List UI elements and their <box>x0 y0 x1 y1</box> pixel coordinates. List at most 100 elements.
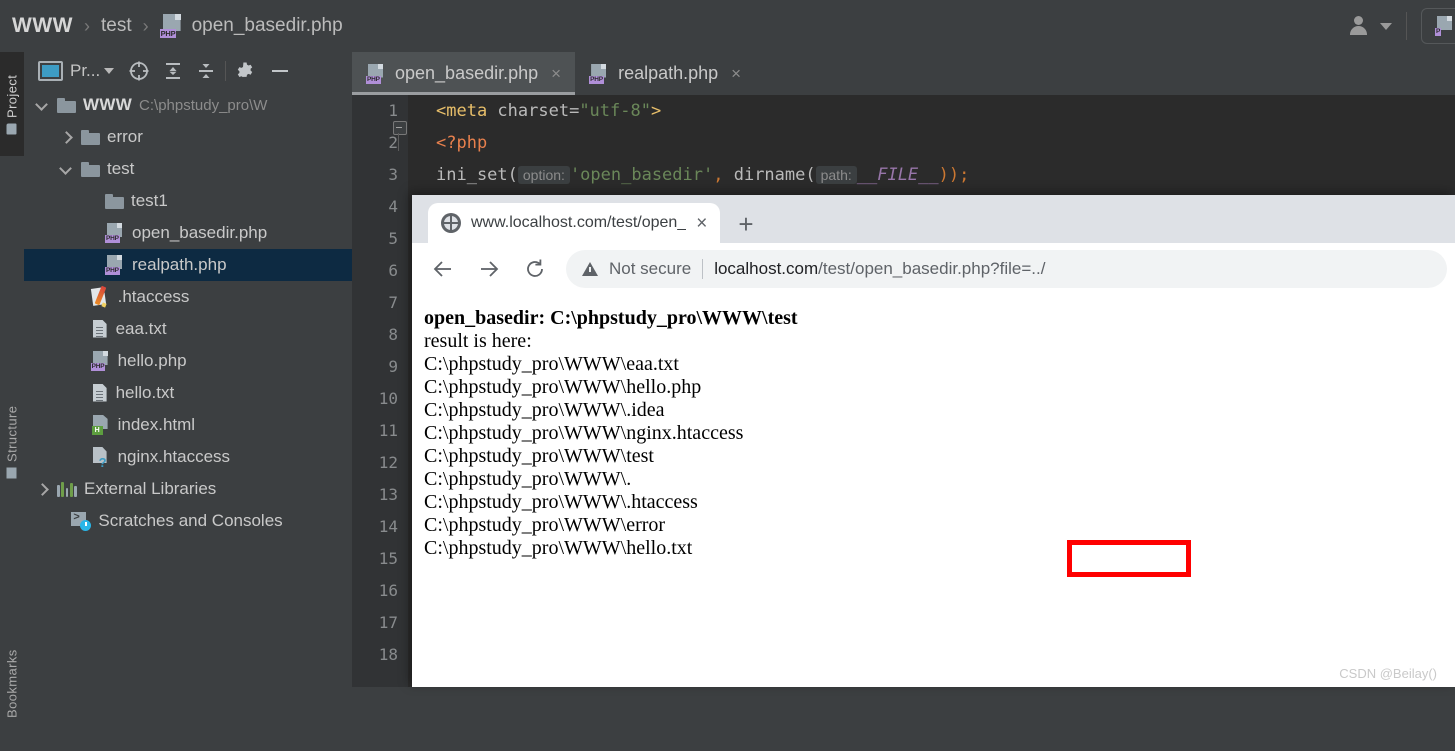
folder-icon <box>7 123 17 135</box>
output-heading: open_basedir: C:\phpstudy_pro\WWW\test <box>424 307 798 329</box>
chevron-right-icon[interactable] <box>34 481 50 497</box>
user-account-icon[interactable] <box>1348 16 1372 36</box>
line-number: 10 <box>378 389 398 408</box>
reload-button[interactable] <box>512 246 558 292</box>
output-line: C:\phpstudy_pro\WWW\hello.php <box>424 376 702 398</box>
browser-page-content: open_basedir: C:\phpstudy_pro\WWW\test r… <box>412 295 1455 687</box>
chevron-right-icon[interactable] <box>58 129 74 145</box>
text-file-icon <box>91 319 109 339</box>
project-panel-toolbar: Pr... <box>24 52 352 89</box>
tree-item-label: Scratches and Consoles <box>98 511 283 530</box>
tree-item-eaa-txt[interactable]: eaa.txt <box>24 313 352 345</box>
tree-item-scratches-and-consoles[interactable]: Scratches and Consoles <box>24 505 352 537</box>
tree-item-open-basedir-php[interactable]: PHP open_basedir.php <box>24 217 352 249</box>
output-line: C:\phpstudy_pro\WWW\.htaccess <box>424 491 698 513</box>
param-hint-path: path: <box>815 166 857 184</box>
tree-item-realpath-php[interactable]: PHP realpath.php <box>24 249 352 281</box>
browser-tab-strip: www.localhost.com/test/open_ × + <box>412 195 1455 243</box>
not-secure-warning-icon <box>582 262 598 276</box>
address-bar[interactable]: Not secure localhost.com/test/open_based… <box>566 250 1447 288</box>
tree-item-nginx-htaccess[interactable]: ? nginx.htaccess <box>24 441 352 473</box>
close-icon[interactable]: × <box>731 64 741 84</box>
collapse-all-icon <box>199 63 214 78</box>
code-line-2: <?php <box>436 127 1455 159</box>
forward-button[interactable] <box>466 246 512 292</box>
rail-bookmarks-label: Bookmarks <box>4 649 20 719</box>
code-token: ini_set( <box>436 165 518 185</box>
output-line: C:\phpstudy_pro\WWW\.idea <box>424 399 665 421</box>
tree-item-test1[interactable]: test1 <box>24 185 352 217</box>
collapse-all-button[interactable] <box>196 52 216 89</box>
expand-all-icon <box>166 62 181 79</box>
rail-item-structure[interactable]: Structure <box>0 382 24 502</box>
line-number: 12 <box>378 453 398 472</box>
chevron-down-icon[interactable] <box>104 67 115 74</box>
ide-window: WWW › test › PHP open_basedir.php P Proj… <box>0 0 1455 718</box>
tree-item-htaccess[interactable]: .htaccess <box>24 281 352 313</box>
tree-item-label: hello.txt <box>115 383 175 402</box>
close-icon[interactable]: × <box>551 64 561 84</box>
tree-item-test[interactable]: test <box>24 153 352 185</box>
chevron-down-icon[interactable] <box>58 161 74 177</box>
arrow-right-icon <box>481 261 499 277</box>
code-token: __FILE__ <box>856 165 939 185</box>
new-tab-button[interactable]: + <box>738 211 753 237</box>
close-icon[interactable]: × <box>696 214 707 233</box>
tree-item-label: WWW <box>83 95 133 114</box>
tree-item-external-libraries[interactable]: External Libraries <box>24 473 352 505</box>
project-view-icon <box>38 60 63 81</box>
tree-item-www[interactable]: WWW C:\phpstudy_pro\W <box>24 89 352 121</box>
rail-item-project[interactable]: Project <box>0 52 24 156</box>
editor-tab-label: realpath.php <box>618 63 719 83</box>
rail-structure-label: Structure <box>4 405 20 463</box>
code-fold-marker[interactable] <box>393 121 407 135</box>
hide-panel-button[interactable] <box>269 52 291 89</box>
project-file-tree[interactable]: WWW C:\phpstudy_pro\Werror test test1 PHP ope… <box>24 89 352 687</box>
breadcrumb-separator-2: › <box>142 15 149 36</box>
breadcrumb-root[interactable]: WWW <box>12 14 73 38</box>
tree-item-path: C:\phpstudy_pro\W <box>139 96 268 114</box>
tree-item-label: .htaccess <box>117 287 190 306</box>
tree-item-error[interactable]: error <box>24 121 352 153</box>
breadcrumb-file[interactable]: PHP open_basedir.php <box>159 14 343 38</box>
tree-item-label: open_basedir.php <box>132 223 268 242</box>
browser-tab[interactable]: www.localhost.com/test/open_ × <box>428 203 721 243</box>
rail-item-bookmarks[interactable]: Bookmarks <box>0 617 24 751</box>
param-hint-option: option: <box>517 166 570 184</box>
breadcrumb-folder-test[interactable]: test <box>101 15 132 37</box>
editor-tab-open-basedir[interactable]: PHP open_basedir.php × <box>352 52 576 95</box>
code-line-3: ini_set(option:'open_basedir', dirname(p… <box>436 159 1455 191</box>
code-line-1: <meta charset="utf-8"> <box>436 95 1455 127</box>
breadcrumb: WWW › test › PHP open_basedir.php <box>0 14 343 38</box>
url-path: /test/open_basedir.php?file=../ <box>818 259 1046 278</box>
tree-item-label: error <box>107 127 143 146</box>
top-breadcrumb-bar: WWW › test › PHP open_basedir.php P <box>0 0 1455 53</box>
project-view-selector[interactable]: Pr... <box>38 52 115 89</box>
expand-all-button[interactable] <box>163 52 183 89</box>
tree-item-index-html[interactable]: Hindex.html <box>24 409 352 441</box>
chevron-down-icon[interactable] <box>34 97 50 113</box>
editor-tab-realpath[interactable]: PHP realpath.php × <box>575 52 755 95</box>
line-number: 4 <box>388 197 398 216</box>
settings-gear-icon <box>238 62 253 77</box>
structure-icon <box>7 467 17 479</box>
chevron-down-icon[interactable] <box>1380 22 1392 30</box>
php-file-icon: PHP <box>105 223 125 243</box>
select-opened-file-button[interactable] <box>128 52 150 89</box>
tree-item-label: nginx.htaccess <box>117 447 231 466</box>
tree-item-hello-php[interactable]: PHP hello.php <box>24 345 352 377</box>
select-opened-file-icon <box>129 61 149 80</box>
tree-item-label: realpath.php <box>132 255 227 274</box>
run-configuration-button[interactable]: P <box>1421 8 1455 44</box>
tree-item-hello-txt[interactable]: hello.txt <box>24 377 352 409</box>
settings-button[interactable] <box>235 52 255 89</box>
line-number: 16 <box>378 581 398 600</box>
back-button[interactable] <box>420 246 466 292</box>
line-number: 13 <box>378 485 398 504</box>
